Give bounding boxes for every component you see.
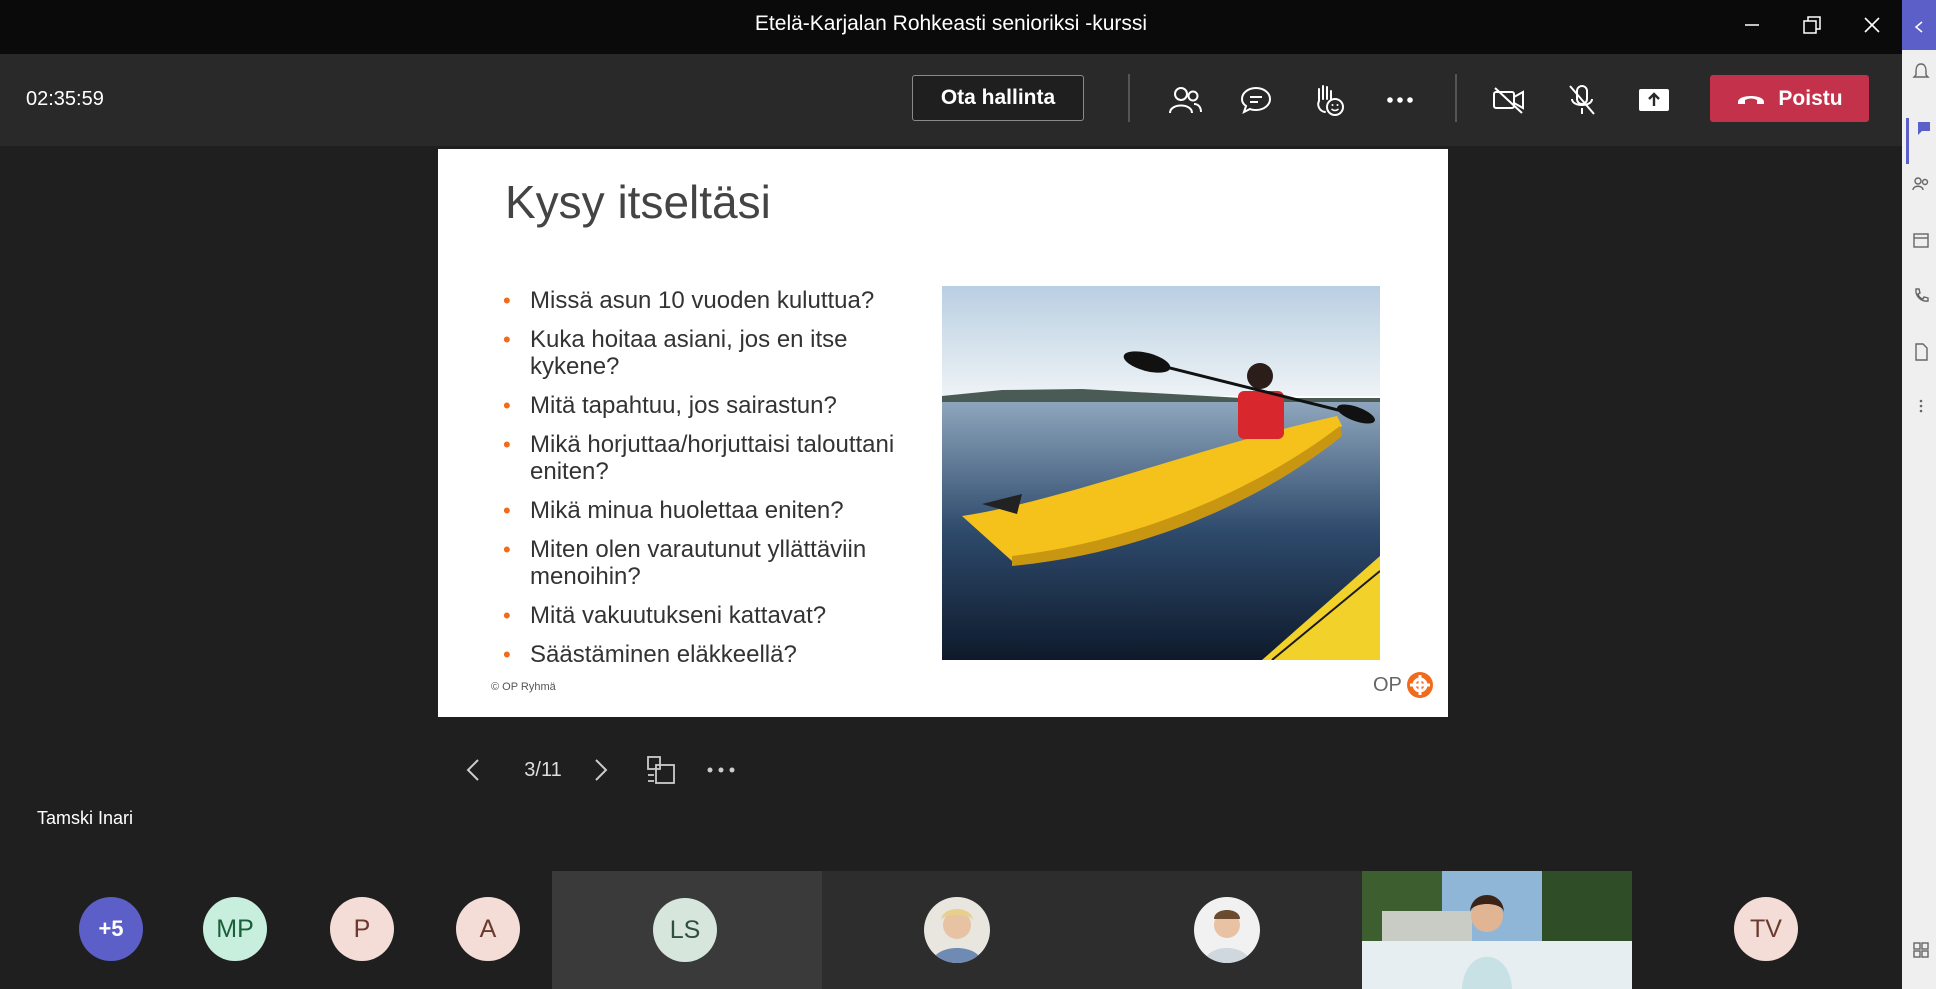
op-logo: OP	[1373, 671, 1434, 699]
meeting-toolbar: 02:35:59 Ota hallinta Poistu	[0, 54, 1902, 147]
rail-chat[interactable]	[1906, 118, 1936, 164]
chevron-left-icon	[466, 759, 479, 781]
participant-photo	[1194, 897, 1260, 963]
participant-strip: +5 MP P A LS TV	[0, 871, 1902, 989]
slide-grid-button[interactable]	[644, 753, 678, 787]
camera-toggle-button[interactable]	[1487, 78, 1531, 122]
previous-slide-button[interactable]	[458, 755, 488, 785]
toolbar-divider	[1455, 74, 1457, 122]
apps-icon	[1913, 942, 1929, 958]
take-control-button[interactable]: Ota hallinta	[912, 75, 1084, 121]
more-icon	[1387, 97, 1413, 103]
participant-avatar[interactable]: TV	[1734, 897, 1798, 961]
reactions-button[interactable]	[1306, 78, 1350, 122]
op-logo-text: OP	[1373, 673, 1402, 696]
meeting-timer: 02:35:59	[26, 88, 104, 110]
chevron-right-icon	[595, 759, 608, 781]
more-participants-button[interactable]: +5	[79, 897, 143, 961]
phone-icon	[1915, 288, 1929, 302]
more-icon	[1919, 399, 1923, 413]
rail-activity[interactable]	[1906, 62, 1936, 108]
slide-bullet: Kuka hoitaa asiani, jos en itse kykene?	[501, 326, 921, 380]
close-icon	[1864, 17, 1880, 33]
participant-avatar[interactable]: A	[456, 897, 520, 961]
kayak-photo	[942, 286, 1380, 660]
slide-bullet: Säästäminen eläkkeellä?	[501, 641, 921, 668]
slide-page-counter: 3/11	[524, 758, 562, 781]
participant-video	[1362, 871, 1632, 989]
slide-sorter-icon	[647, 756, 675, 784]
participant-avatar[interactable]: MP	[203, 897, 267, 961]
participant-avatar: LS	[653, 898, 717, 962]
participant-tile[interactable]	[1092, 871, 1362, 989]
slide-bullet: Mitä tapahtuu, jos sairastun?	[501, 392, 921, 419]
calendar-icon	[1913, 233, 1929, 248]
bell-icon	[1912, 63, 1930, 78]
slide-bullet: Mikä minua huolettaa eniten?	[501, 497, 921, 524]
minimize-icon	[1745, 24, 1759, 26]
teams-icon	[1912, 177, 1929, 191]
microphone-toggle-button[interactable]	[1560, 78, 1604, 122]
hang-up-icon	[1738, 95, 1765, 104]
slide-bullet: Mitä vakuutukseni kattavat?	[501, 602, 921, 629]
next-slide-button[interactable]	[586, 755, 616, 785]
slide-bullet: Miten olen varautunut yllättäviin menoih…	[501, 536, 921, 590]
participants-button[interactable]	[1163, 78, 1207, 122]
participant-tile[interactable]	[822, 871, 1092, 989]
slide-bullet: Mikä horjuttaa/horjuttaisi talouttani en…	[501, 431, 921, 485]
chat-button[interactable]	[1234, 78, 1278, 122]
leave-meeting-button[interactable]: Poistu	[1710, 75, 1869, 122]
slide-bullet: Missä asun 10 vuoden kuluttua?	[501, 287, 921, 314]
slide-bullet-list: Missä asun 10 vuoden kuluttua? Kuka hoit…	[501, 287, 921, 680]
close-window-button[interactable]	[1852, 10, 1892, 40]
rail-calendar[interactable]	[1906, 230, 1936, 276]
toolbar-divider	[1128, 74, 1130, 122]
slide-title: Kysy itseltäsi	[505, 176, 771, 228]
more-icon	[707, 767, 735, 773]
participant-photo	[924, 897, 990, 963]
restore-button[interactable]	[1792, 10, 1832, 40]
participant-tile[interactable]: LS	[552, 871, 822, 989]
rail-files[interactable]	[1906, 342, 1936, 388]
window-titlebar: Etelä-Karjalan Rohkeasti senioriksi -kur…	[0, 0, 1902, 54]
rail-more[interactable]	[1906, 396, 1936, 442]
raise-hand-reaction-icon	[1317, 85, 1344, 116]
leave-label: Poistu	[1778, 86, 1843, 110]
chevron-left-icon	[1914, 21, 1923, 33]
more-options-button[interactable]	[1378, 78, 1422, 122]
window-title: Etelä-Karjalan Rohkeasti senioriksi -kur…	[754, 12, 1148, 35]
share-screen-button[interactable]	[1632, 78, 1676, 122]
participant-video-tile[interactable]	[1362, 871, 1632, 989]
rail-calls[interactable]	[1906, 286, 1936, 332]
restore-icon	[1803, 16, 1821, 34]
presentation-slide: Kysy itseltäsi Missä asun 10 vuoden kulu…	[438, 149, 1448, 717]
slide-more-button[interactable]	[706, 755, 736, 785]
minimize-button[interactable]	[1732, 10, 1772, 40]
rail-teams[interactable]	[1906, 174, 1936, 220]
camera-off-icon	[1493, 87, 1524, 114]
op-logo-icon	[1406, 672, 1433, 698]
app-rail	[1902, 0, 1936, 989]
rail-header	[1902, 0, 1936, 50]
chat-icon	[1918, 122, 1930, 135]
file-icon	[1915, 343, 1928, 361]
slide-copyright: © OP Ryhmä	[491, 681, 556, 693]
people-icon	[1169, 87, 1202, 114]
presenter-name: Tamski Inari	[37, 808, 134, 828]
share-screen-icon	[1639, 89, 1669, 111]
chat-icon	[1240, 86, 1272, 114]
rail-apps[interactable]	[1906, 940, 1936, 986]
microphone-off-icon	[1569, 85, 1595, 115]
participant-avatar[interactable]: P	[330, 897, 394, 961]
